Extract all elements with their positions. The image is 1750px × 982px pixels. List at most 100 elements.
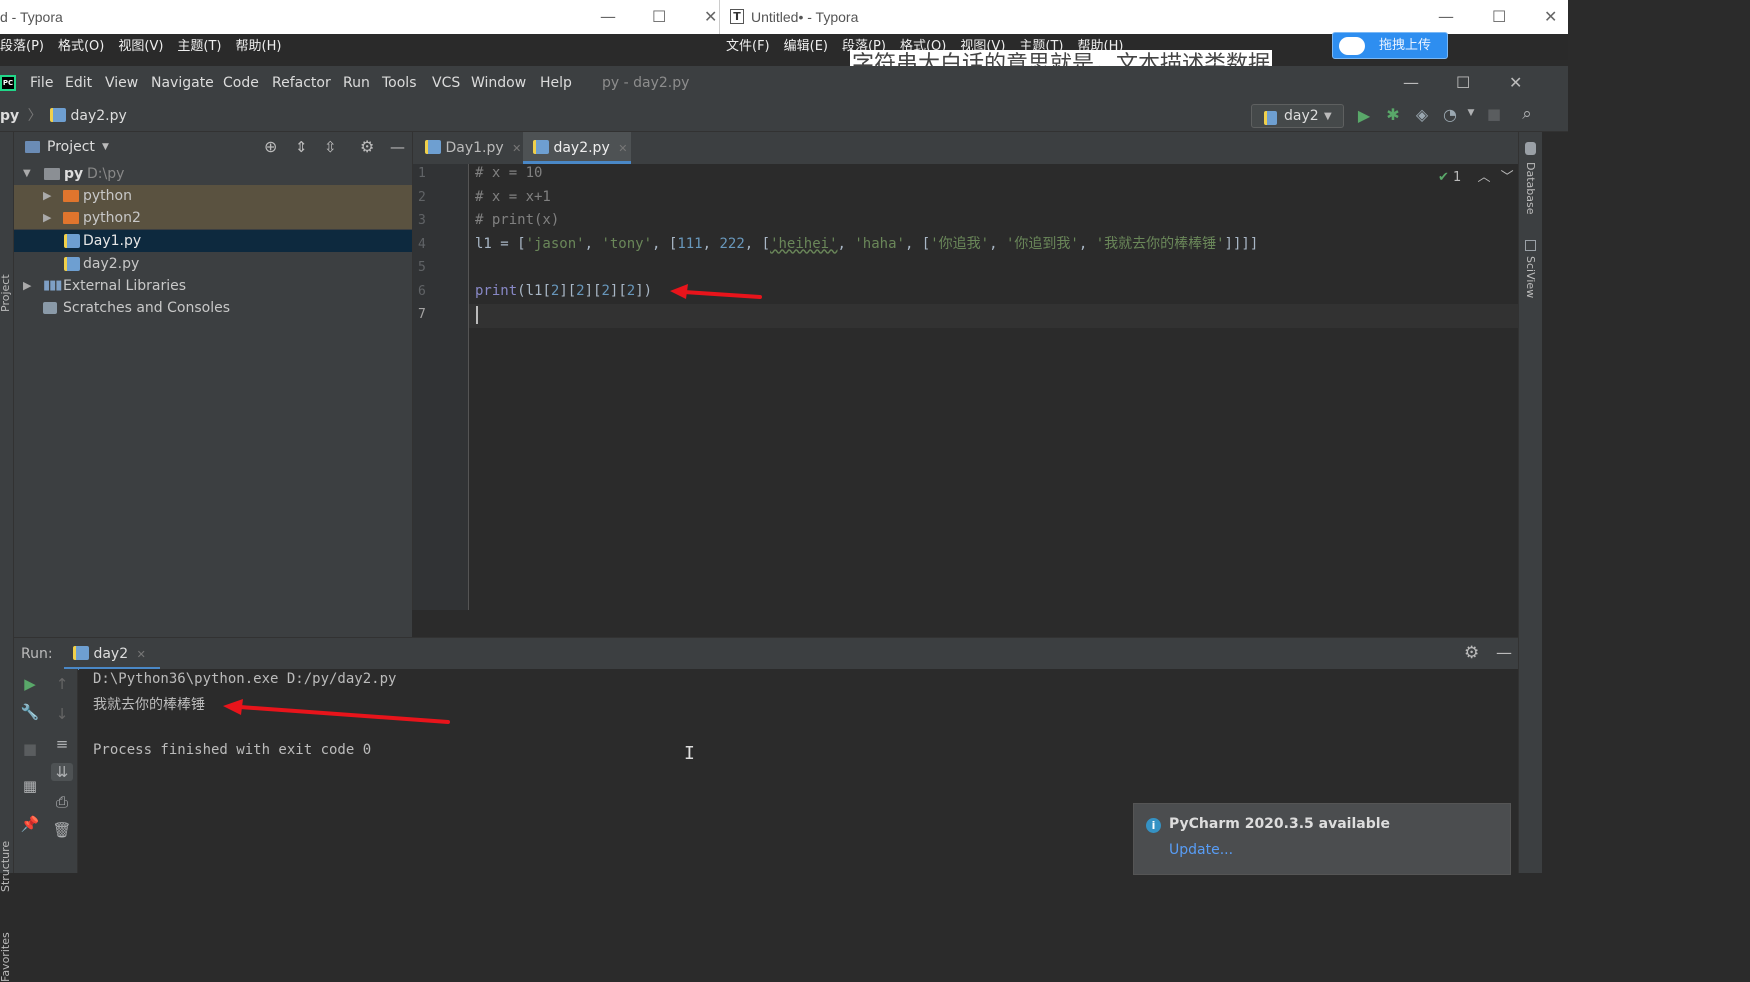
close-icon[interactable]: ✕	[137, 648, 146, 661]
coverage-icon[interactable]: ◈	[1411, 105, 1433, 124]
menu-view[interactable]: View	[105, 66, 138, 100]
expand-all-icon[interactable]: ⇕	[295, 132, 308, 162]
locate-icon[interactable]: ⊕	[264, 132, 277, 162]
line-number: 5	[418, 260, 426, 275]
breadcrumb-root[interactable]: py	[0, 108, 19, 124]
sciview-tool-label[interactable]: SciView	[1524, 256, 1537, 298]
menu-edit[interactable]: 编辑(E)	[784, 34, 828, 60]
wrench-icon[interactable]: 🔧	[19, 703, 41, 721]
soft-wrap-icon[interactable]: ≡	[51, 735, 73, 753]
code-number: 2	[576, 282, 585, 299]
maximize-icon[interactable]: ☐	[1456, 66, 1470, 100]
layout-icon[interactable]: ▦	[19, 777, 41, 795]
scratches-icon	[43, 302, 57, 314]
hide-icon[interactable]: —	[1496, 643, 1512, 662]
menu-vcs[interactable]: VCS	[432, 66, 460, 100]
run-icon[interactable]: ▶	[1353, 106, 1375, 125]
maximize-icon[interactable]: ☐	[652, 0, 666, 34]
run-panel-header: Run: day2 ✕ ⚙ —	[14, 637, 1518, 670]
console-line-command: D:\Python36\python.exe D:/py/day2.py	[93, 671, 397, 687]
run-config-name: day2	[1284, 108, 1319, 124]
project-tool-label[interactable]: Project	[0, 274, 12, 312]
structure-tool-label[interactable]: Structure	[0, 841, 12, 892]
line-number: 1	[418, 166, 426, 181]
menu-theme[interactable]: 主题(T)	[177, 34, 221, 60]
upload-button[interactable]: 拖拽上传	[1332, 32, 1448, 59]
pin-icon[interactable]: 📌	[19, 815, 41, 833]
breadcrumb-file[interactable]: day2.py	[71, 108, 127, 124]
search-icon[interactable]: ⌕	[1516, 104, 1538, 124]
menu-file[interactable]: File	[30, 66, 53, 100]
close-icon[interactable]: ✕	[618, 142, 627, 155]
chevron-down-icon[interactable]: ﹀	[1501, 170, 1514, 185]
tree-item-day1[interactable]: Day1.py	[14, 230, 412, 252]
run-config-selector[interactable]: day2 ▼	[1251, 104, 1344, 128]
tab-day1[interactable]: Day1.py ✕	[425, 132, 521, 164]
menu-paragraph[interactable]: 段落(P)	[0, 34, 44, 60]
current-line-highlight	[469, 304, 1519, 328]
print-icon[interactable]: ⎙	[51, 793, 73, 811]
run-tab-day2[interactable]: day2 ✕	[64, 638, 160, 670]
chevron-down-icon[interactable]: ▼	[1460, 108, 1482, 118]
code-token: ]]]]	[1224, 235, 1259, 252]
scroll-to-end-icon[interactable]: ⇊	[51, 763, 73, 781]
code-function: print	[475, 282, 518, 299]
menu-view[interactable]: 视图(V)	[118, 34, 163, 60]
tree-item-python2[interactable]: ▶ python2	[14, 207, 412, 229]
menu-run[interactable]: Run	[343, 66, 370, 100]
menu-edit[interactable]: Edit	[65, 66, 92, 100]
chevron-right-icon: ▶	[23, 279, 32, 292]
collapse-all-icon[interactable]: ⇳	[324, 132, 337, 162]
database-tool-label[interactable]: Database	[1524, 162, 1537, 215]
close-icon[interactable]: ✕	[704, 0, 717, 34]
close-icon[interactable]: ✕	[1509, 66, 1522, 100]
code-string: 'haha'	[854, 235, 905, 252]
tree-item-scratches[interactable]: Scratches and Consoles	[14, 297, 412, 319]
hide-icon[interactable]: —	[390, 132, 405, 162]
tree-item-day2[interactable]: day2.py	[14, 253, 412, 275]
update-link[interactable]: Update...	[1169, 842, 1233, 858]
console-line-exit: Process finished with exit code 0	[93, 742, 372, 758]
inspection-widget[interactable]: ✔ 1 ︿ ﹀	[1438, 168, 1514, 188]
update-notification[interactable]: i PyCharm 2020.3.5 available Update...	[1133, 803, 1511, 875]
gear-icon[interactable]: ⚙	[1464, 643, 1479, 663]
stop-icon[interactable]: ■	[19, 740, 41, 758]
menu-format[interactable]: 格式(O)	[58, 34, 104, 60]
gear-icon[interactable]: ⚙	[360, 132, 374, 162]
up-icon[interactable]: ↑	[51, 675, 73, 693]
project-view-selector[interactable]: Project	[47, 132, 95, 162]
trash-icon[interactable]: 🗑	[51, 821, 73, 839]
menu-refactor[interactable]: Refactor	[272, 66, 331, 100]
menu-code[interactable]: Code	[223, 66, 259, 100]
tree-root[interactable]: ▼ py D:\py	[14, 163, 412, 185]
favorites-tool-label[interactable]: Favorites	[0, 932, 12, 982]
code-string: '你追我'	[930, 235, 990, 252]
menu-help[interactable]: 帮助(H)	[236, 34, 282, 60]
menu-tools[interactable]: Tools	[382, 66, 417, 100]
minimize-icon[interactable]: —	[600, 0, 616, 34]
stop-icon[interactable]: ■	[1483, 105, 1505, 123]
menu-help[interactable]: Help	[540, 66, 572, 100]
menu-file[interactable]: 文件(F)	[726, 34, 770, 60]
tree-item-python[interactable]: ▶ python	[14, 185, 412, 207]
close-icon[interactable]: ✕	[512, 142, 521, 155]
menu-window[interactable]: Window	[471, 66, 526, 100]
profile-icon[interactable]: ◔	[1439, 105, 1461, 124]
menu-navigate[interactable]: Navigate	[151, 66, 214, 100]
chevron-up-icon[interactable]: ︿	[1477, 170, 1490, 185]
close-icon[interactable]: ✕	[1544, 0, 1557, 34]
chevron-down-icon[interactable]: ▼	[102, 132, 109, 162]
minimize-icon[interactable]: —	[1403, 66, 1419, 100]
rerun-icon[interactable]: ▶	[19, 675, 41, 693]
red-arrow-annotation-code	[670, 284, 762, 299]
library-icon: ▮▮▮	[43, 278, 62, 293]
maximize-icon[interactable]: ☐	[1492, 0, 1506, 34]
editor[interactable]: ✔ 1 ︿ ﹀	[412, 164, 1519, 610]
breadcrumb-separator-icon: 〉	[27, 108, 42, 124]
tab-day2[interactable]: day2.py ✕	[523, 132, 631, 164]
line-number: 6	[418, 283, 426, 299]
minimize-icon[interactable]: —	[1438, 0, 1454, 34]
debug-icon[interactable]: ✱	[1382, 105, 1404, 124]
tree-item-external-libraries[interactable]: ▶ ▮▮▮ External Libraries	[14, 275, 412, 297]
down-icon[interactable]: ↓	[51, 705, 73, 723]
